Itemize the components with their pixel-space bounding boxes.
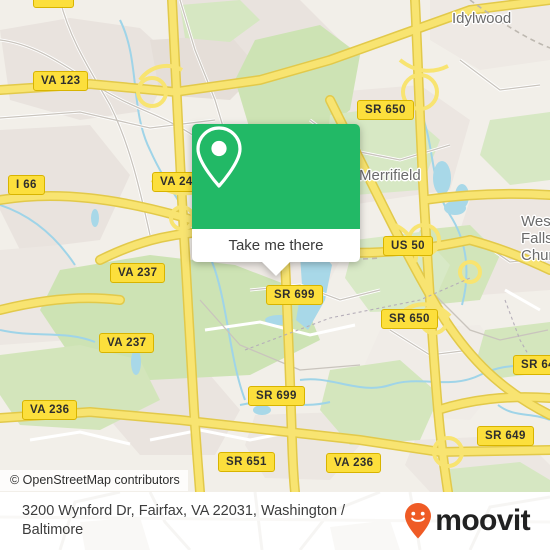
map-canvas[interactable]: Idylwood Merrifield West Falls Churc VA … xyxy=(0,0,550,492)
road-shield-va-123: VA 123 xyxy=(33,71,89,91)
moovit-pin-icon xyxy=(405,503,432,539)
footer-bar: 3200 Wynford Dr, Fairfax, VA 22031, Wash… xyxy=(0,492,550,550)
take-me-there-button[interactable]: Take me there xyxy=(192,229,360,262)
road-shield-clipped-top xyxy=(33,0,75,8)
road-shield-sr-699-lower: SR 699 xyxy=(248,386,305,406)
road-shield-us-50: US 50 xyxy=(383,236,433,256)
road-shield-va-237-north: VA 237 xyxy=(110,263,166,283)
moovit-wordmark: moovit xyxy=(435,504,530,537)
road-shield-sr-651: SR 651 xyxy=(218,452,275,472)
road-shield-va-237-south: VA 237 xyxy=(99,333,155,353)
destination-address: 3200 Wynford Dr, Fairfax, VA 22031, Wash… xyxy=(22,503,346,538)
place-label-line-2: Falls xyxy=(521,230,550,247)
place-label-west-falls-church: West Falls Churc xyxy=(521,213,550,264)
callout-icon-area xyxy=(192,124,360,229)
place-label-line-3: Churc xyxy=(521,247,550,264)
road-shield-sr-699-upper: SR 699 xyxy=(266,285,323,305)
screenshot-root: Idylwood Merrifield West Falls Churc VA … xyxy=(0,0,550,550)
place-label-line-1: West xyxy=(521,213,550,230)
road-shield-sr-650-south: SR 650 xyxy=(381,309,438,329)
road-shield-va-236-west: VA 236 xyxy=(22,400,78,420)
road-shield-i-66: I 66 xyxy=(8,175,45,195)
moovit-logo[interactable]: moovit xyxy=(403,502,531,540)
road-shield-sr-649-east: SR 649 xyxy=(513,355,550,375)
map-pin-icon xyxy=(196,126,242,188)
destination-callout-card[interactable]: Take me there xyxy=(192,124,360,276)
callout-tail-pointer xyxy=(262,262,290,276)
road-shield-sr-649-south: SR 649 xyxy=(477,426,534,446)
road-shield-va-236-east: VA 236 xyxy=(326,453,382,473)
road-shield-sr-650-north: SR 650 xyxy=(357,100,414,120)
map-attribution[interactable]: © OpenStreetMap contributors xyxy=(0,470,188,491)
place-label-merrifield: Merrifield xyxy=(359,167,421,184)
place-label-idylwood: Idylwood xyxy=(452,10,512,27)
